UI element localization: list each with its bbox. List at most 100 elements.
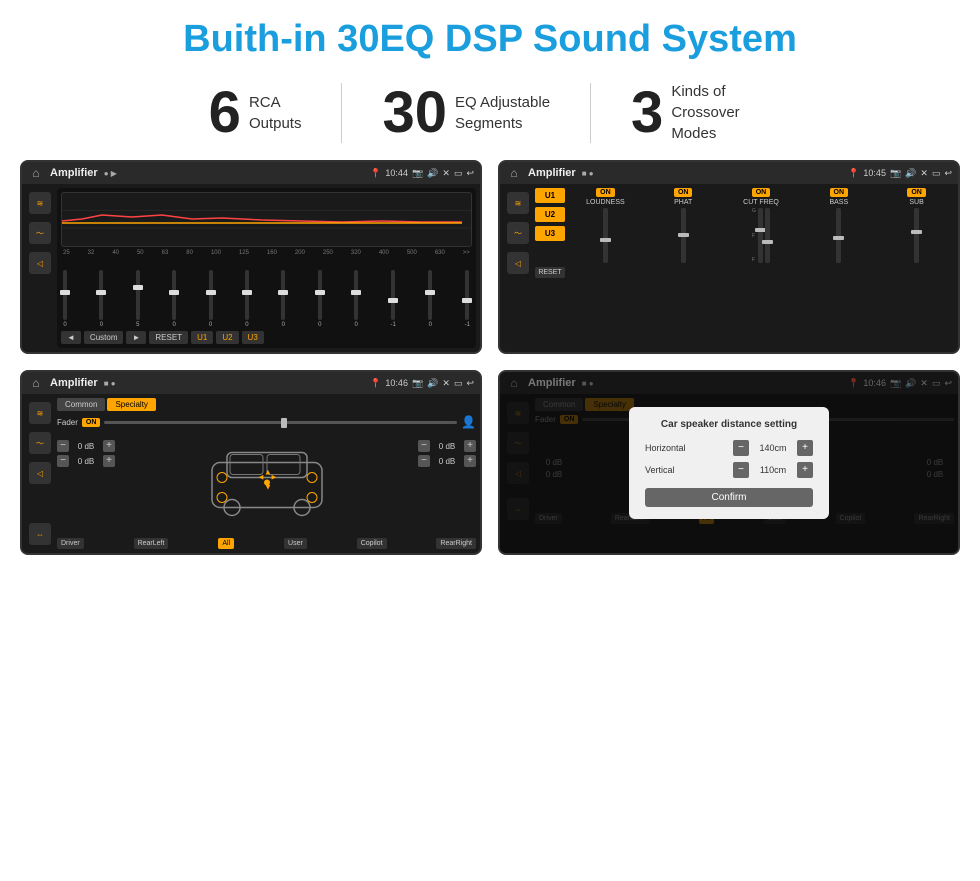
horizontal-control: − 140cm + [733, 440, 813, 456]
wave-icon-2[interactable]: 〜 [507, 222, 529, 244]
u3-preset[interactable]: U3 [535, 226, 565, 241]
copilot-btn[interactable]: Copilot [357, 538, 387, 549]
custom-btn[interactable]: Custom [84, 331, 124, 344]
slider-track[interactable] [281, 270, 285, 320]
x-icon-1: ✕ [442, 168, 450, 179]
home-icon-3[interactable]: ⌂ [28, 375, 44, 391]
plus-btn-tr[interactable]: + [464, 440, 476, 452]
minus-btn-bl[interactable]: − [57, 455, 69, 467]
slider-track[interactable] [391, 270, 395, 320]
all-btn[interactable]: All [218, 538, 234, 549]
bass-slider[interactable] [836, 208, 841, 263]
tab-common[interactable]: Common [57, 398, 105, 411]
home-icon-2[interactable]: ⌂ [506, 165, 522, 181]
back-icon-2[interactable]: ↩ [944, 168, 952, 179]
slider-track[interactable] [63, 270, 67, 320]
on-badge-cutfreq: ON [752, 188, 771, 197]
slider-track[interactable] [136, 270, 140, 320]
next-btn[interactable]: ► [126, 331, 146, 344]
slider-col-4: 0 [172, 270, 176, 328]
arrows-icon-3[interactable]: ⇔ [29, 523, 51, 545]
db-val-tr: 0 dB [433, 442, 461, 451]
plus-btn-br[interactable]: + [464, 455, 476, 467]
vertical-minus[interactable]: − [733, 462, 749, 478]
minus-btn-br[interactable]: − [418, 455, 430, 467]
reset-btn-2[interactable]: RESET [535, 267, 565, 278]
slider-track[interactable] [172, 270, 176, 320]
cross-bottom-btns: Driver RearLeft All User Copilot RearRig… [57, 538, 476, 549]
eq-curve-svg [62, 193, 471, 246]
db-row-bottomright: − 0 dB + [418, 455, 476, 467]
horizontal-plus[interactable]: + [797, 440, 813, 456]
vertical-plus[interactable]: + [797, 462, 813, 478]
horizontal-minus[interactable]: − [733, 440, 749, 456]
rearright-btn[interactable]: RearRight [436, 538, 476, 549]
speaker-icon-2: 🔊 [905, 168, 916, 179]
minus-btn-tl[interactable]: − [57, 440, 69, 452]
eq-icon[interactable]: ≋ [29, 192, 51, 214]
vol-icon-3[interactable]: ◁ [29, 462, 51, 484]
screen-eq: ⌂ Amplifier ● ▶ 📍 10:44 📷 🔊 ✕ ▭ ↩ ≋ [20, 160, 482, 354]
eq-main: ≋ 〜 ◁ [26, 188, 476, 348]
confirm-button[interactable]: Confirm [645, 488, 813, 507]
slider-thumb [833, 236, 844, 240]
vol-icon[interactable]: ◁ [29, 252, 51, 274]
time-1: 10:44 [385, 168, 408, 178]
ch-label-bass: BASS [829, 199, 848, 206]
u2-btn[interactable]: U2 [216, 331, 238, 344]
app-title-1: Amplifier [50, 167, 98, 179]
slider-track[interactable] [245, 270, 249, 320]
db-row-bottomleft: − 0 dB + [57, 455, 115, 467]
loudness-slider[interactable] [603, 208, 608, 263]
status-dots-1: ● ▶ [104, 169, 117, 178]
screen-amp: ⌂ Amplifier ■ ● 📍 10:45 📷 🔊 ✕ ▭ ↩ ≋ 〜 [498, 160, 960, 354]
reset-btn[interactable]: RESET [149, 331, 188, 344]
back-icon-1[interactable]: ↩ [466, 168, 474, 179]
x-icon-3: ✕ [442, 378, 450, 389]
rect-icon-3: ▭ [454, 378, 463, 389]
slider-track[interactable] [318, 270, 322, 320]
eq-icon-3[interactable]: ≋ [29, 402, 51, 424]
dialog-title: Car speaker distance setting [645, 419, 813, 430]
back-icon-3[interactable]: ↩ [466, 378, 474, 389]
u1-preset[interactable]: U1 [535, 188, 565, 203]
slider-thumb [388, 298, 398, 303]
screens-grid: ⌂ Amplifier ● ▶ 📍 10:44 📷 🔊 ✕ ▭ ↩ ≋ [0, 160, 980, 565]
plus-btn-tl[interactable]: + [103, 440, 115, 452]
u2-preset[interactable]: U2 [535, 207, 565, 222]
slider-track[interactable] [428, 270, 432, 320]
u3-btn[interactable]: U3 [242, 331, 264, 344]
u1-btn[interactable]: U1 [191, 331, 213, 344]
home-icon[interactable]: ⌂ [28, 165, 44, 181]
slider-track[interactable] [354, 270, 358, 320]
prev-btn[interactable]: ◄ [61, 331, 81, 344]
db-row-topleft: − 0 dB + [57, 440, 115, 452]
slider-thumb [96, 290, 106, 295]
eq-icon-2[interactable]: ≋ [507, 192, 529, 214]
minus-btn-tr[interactable]: − [418, 440, 430, 452]
plus-btn-bl[interactable]: + [103, 455, 115, 467]
cutfreq-slider-1[interactable] [758, 208, 763, 263]
phat-slider[interactable] [681, 208, 686, 263]
slider-track[interactable] [209, 270, 213, 320]
wave-icon[interactable]: 〜 [29, 222, 51, 244]
statusbar-1: ⌂ Amplifier ● ▶ 📍 10:44 📷 🔊 ✕ ▭ ↩ [22, 162, 480, 184]
fader-slider[interactable] [104, 421, 457, 424]
user-btn[interactable]: User [284, 538, 307, 549]
amp-presets: U1 U2 U3 RESET [535, 188, 565, 278]
freq-labels-v: G F F [752, 208, 756, 263]
vol-icon-2[interactable]: ◁ [507, 252, 529, 274]
ch-loudness: ON LOUDNESS [568, 188, 643, 278]
slider-track[interactable] [465, 270, 469, 320]
slider-thumb [315, 290, 325, 295]
status-right-3: 📍 10:46 📷 🔊 ✕ ▭ ↩ [370, 378, 474, 389]
tab-specialty[interactable]: Specialty [107, 398, 155, 411]
stat-number-eq: 30 [382, 84, 447, 142]
rearleft-btn[interactable]: RearLeft [134, 538, 169, 549]
driver-btn[interactable]: Driver [57, 538, 84, 549]
slider-track[interactable] [99, 270, 103, 320]
sub-slider[interactable] [914, 208, 919, 263]
wave-icon-3[interactable]: 〜 [29, 432, 51, 454]
cutfreq-slider-2[interactable] [765, 208, 770, 263]
db-val-br: 0 dB [433, 457, 461, 466]
